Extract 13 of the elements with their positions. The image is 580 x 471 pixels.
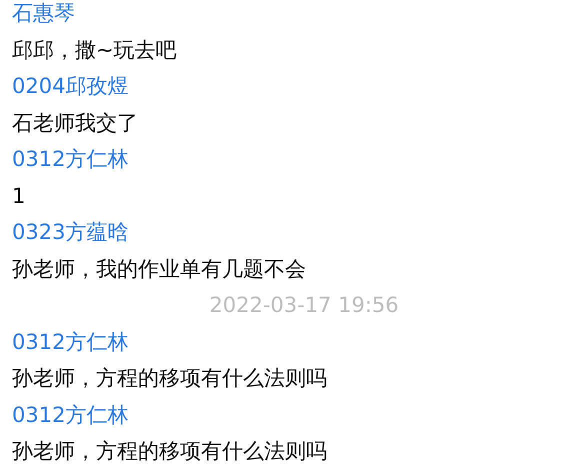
sender-name: 0312方仁林 (12, 147, 128, 171)
message-text: 孙老师，方程的移项有什么法则吗 (12, 439, 327, 463)
message-text: 孙老师，方程的移项有什么法则吗 (12, 366, 327, 390)
message-text: 石老师我交了 (12, 110, 138, 134)
message-text: 1 (12, 184, 26, 208)
sender-name: 0312方仁林 (12, 402, 128, 426)
sender-name: 0204邱孜煜 (12, 74, 128, 98)
sender-name: 石惠琴 (12, 1, 75, 25)
sender-name: 0312方仁林 (12, 330, 128, 354)
message-text: 孙老师，我的作业单有几题不会 (12, 256, 306, 280)
sender-name: 0323方蕴晗 (12, 220, 128, 244)
timestamp: 2022-03-17 19:56 (208, 293, 399, 317)
message-text: 邱邱，撒~玩去吧 (12, 38, 177, 62)
